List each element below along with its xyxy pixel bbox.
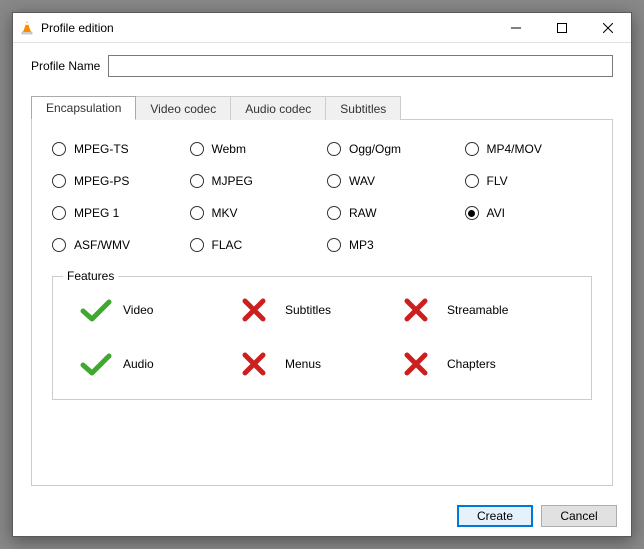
feature-chapters: Chapters [403, 351, 565, 377]
radio-circle-icon [52, 142, 66, 156]
minimize-button[interactable] [493, 13, 539, 43]
app-icon [19, 20, 35, 36]
cancel-button[interactable]: Cancel [541, 505, 617, 527]
radio-circle-icon [465, 174, 479, 188]
feature-audio: Audio [79, 351, 241, 377]
check-icon [79, 351, 113, 377]
radio-asf-wmv[interactable]: ASF/WMV [52, 238, 180, 252]
radio-mpeg-ps[interactable]: MPEG-PS [52, 174, 180, 188]
radio-circle-icon [190, 238, 204, 252]
radio-avi[interactable]: AVI [465, 206, 593, 220]
radio-circle-icon [190, 206, 204, 220]
tab-video-codec[interactable]: Video codec [135, 96, 231, 120]
cross-icon [241, 297, 275, 323]
profile-name-row: Profile Name [31, 55, 613, 77]
radio-ogg-ogm[interactable]: Ogg/Ogm [327, 142, 455, 156]
radio-circle-icon [52, 174, 66, 188]
radio-mp3[interactable]: MP3 [327, 238, 455, 252]
window-title: Profile edition [41, 21, 493, 35]
radio-webm[interactable]: Webm [190, 142, 318, 156]
tabstrip: EncapsulationVideo codecAudio codecSubti… [31, 95, 613, 119]
feature-subtitles: Subtitles [241, 297, 403, 323]
radio-mkv[interactable]: MKV [190, 206, 318, 220]
radio-circle-icon [327, 174, 341, 188]
radio-mpeg-ts[interactable]: MPEG-TS [52, 142, 180, 156]
feature-menus: Menus [241, 351, 403, 377]
radio-mp4-mov[interactable]: MP4/MOV [465, 142, 593, 156]
close-button[interactable] [585, 13, 631, 43]
dialog-content: Profile Name EncapsulationVideo codecAud… [13, 43, 631, 496]
radio-mpeg-1[interactable]: MPEG 1 [52, 206, 180, 220]
radio-flv[interactable]: FLV [465, 174, 593, 188]
radio-circle-icon [327, 238, 341, 252]
dialog-footer: Create Cancel [13, 496, 631, 536]
radio-circle-icon [52, 238, 66, 252]
create-button[interactable]: Create [457, 505, 533, 527]
radio-circle-icon [327, 142, 341, 156]
encapsulation-radio-grid: MPEG-TS Webm Ogg/Ogm MP4/MOV MPEG-PS MJPEG WAV… [52, 142, 592, 252]
radio-circle-icon [190, 142, 204, 156]
radio-circle-icon [465, 206, 479, 220]
radio-wav[interactable]: WAV [327, 174, 455, 188]
encapsulation-panel: MPEG-TS Webm Ogg/Ogm MP4/MOV MPEG-PS MJPEG WAV… [31, 119, 613, 486]
profile-edition-dialog: Profile edition Profile Name Encapsulati… [12, 12, 632, 537]
radio-circle-icon [190, 174, 204, 188]
tab-subtitles[interactable]: Subtitles [325, 96, 401, 120]
radio-circle-icon [465, 142, 479, 156]
check-icon [79, 297, 113, 323]
radio-circle-icon [327, 206, 341, 220]
cross-icon [403, 351, 437, 377]
titlebar: Profile edition [13, 13, 631, 43]
cross-icon [403, 297, 437, 323]
profile-name-input[interactable] [108, 55, 613, 77]
tab-audio-codec[interactable]: Audio codec [230, 96, 326, 120]
features-grid: VideoSubtitlesStreamable AudioMenusChapte… [79, 297, 565, 377]
features-group: Features VideoSubtitlesStreamableAudioMe… [52, 276, 592, 400]
radio-mjpeg[interactable]: MJPEG [190, 174, 318, 188]
radio-circle-icon [52, 206, 66, 220]
feature-streamable: Streamable [403, 297, 565, 323]
feature-video: Video [79, 297, 241, 323]
radio-flac[interactable]: FLAC [190, 238, 318, 252]
radio-raw[interactable]: RAW [327, 206, 455, 220]
features-legend: Features [63, 269, 118, 283]
profile-name-label: Profile Name [31, 59, 100, 73]
maximize-button[interactable] [539, 13, 585, 43]
cross-icon [241, 351, 275, 377]
tab-encapsulation[interactable]: Encapsulation [31, 96, 136, 120]
tabs-container: EncapsulationVideo codecAudio codecSubti… [31, 95, 613, 486]
